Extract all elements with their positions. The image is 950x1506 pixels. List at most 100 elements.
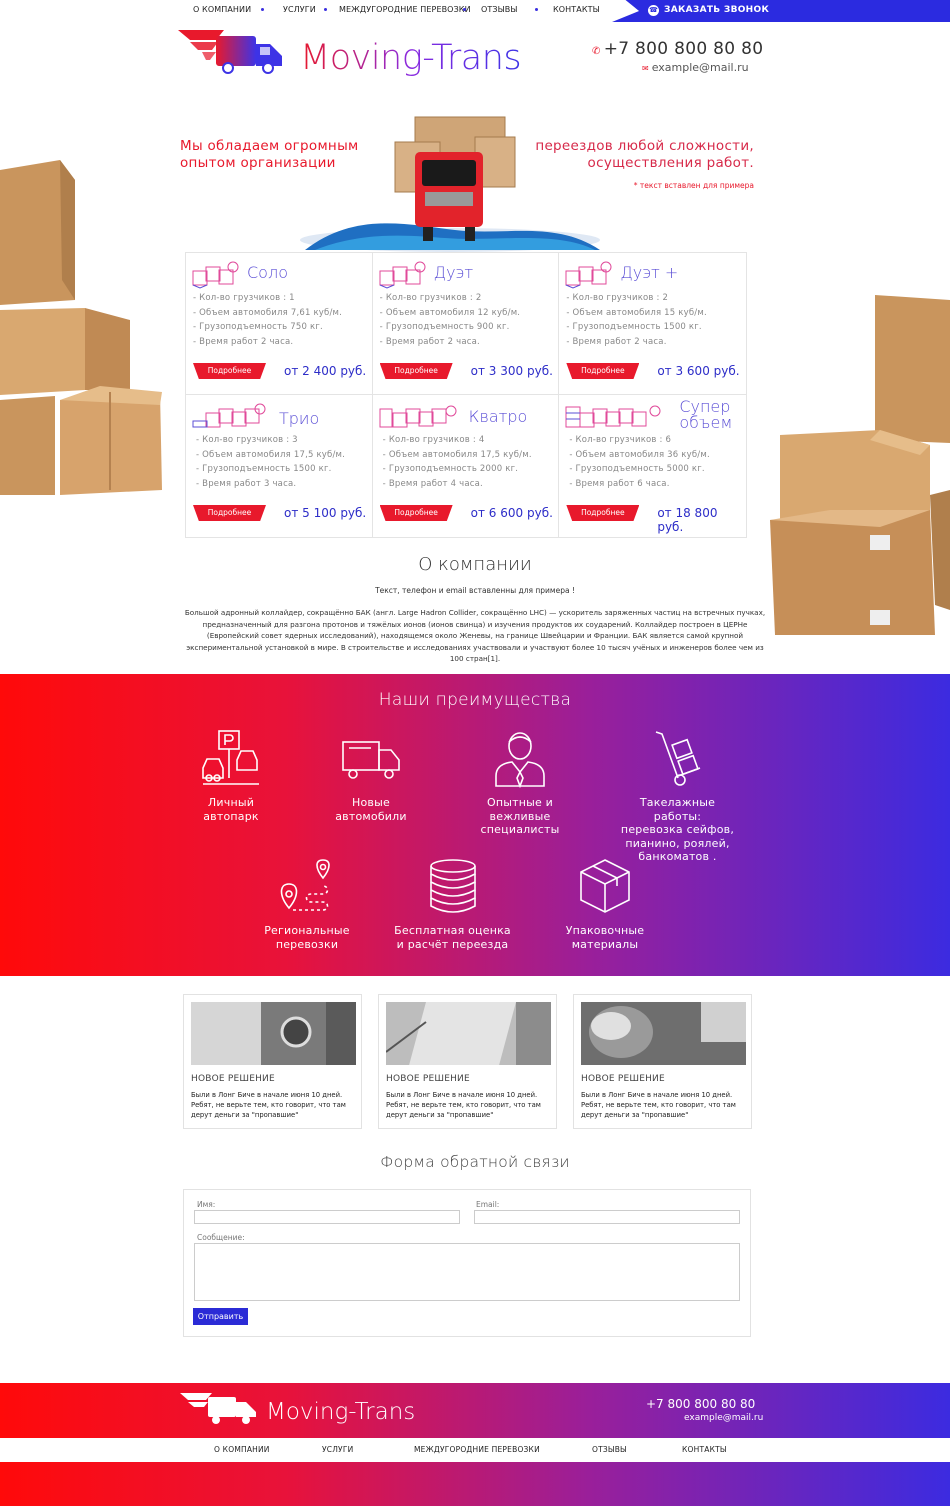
tariff-spec: - Кол-во грузчиков : 2 [379, 293, 482, 303]
footer-logo-truck-icon[interactable] [180, 1391, 260, 1425]
nav-item-intercity[interactable]: МЕЖДУГОРОДНИЕ ПЕРЕВОЗКИ [339, 5, 471, 14]
email-field[interactable] [474, 1210, 740, 1224]
advantage-label: Личный [207, 796, 255, 809]
tariff-spec: - Объем автомобиля 17,5 куб/м. [196, 449, 346, 460]
message-field[interactable] [194, 1243, 740, 1301]
footer-nav-contacts[interactable]: КОНТАКТЫ [682, 1445, 727, 1454]
advantage-item: Региональные перевозки [262, 856, 352, 951]
more-button[interactable]: Подробнее [566, 505, 640, 521]
form-title: Форма обратной связи [380, 1153, 570, 1171]
message-label: Сообщение: [197, 1233, 245, 1242]
advantage-label: Упаковочные [565, 924, 645, 937]
tariff-spec: - Грузоподъемность 1500 кг. [196, 464, 332, 475]
tariff-name: Соло [247, 263, 288, 282]
tariff-name: Дуэт + [620, 263, 679, 282]
nav-separator [324, 8, 327, 11]
nav-item-reviews[interactable]: ОТЗЫВЫ [481, 5, 518, 14]
advantage-label: и расчёт переезда [396, 937, 509, 951]
header-phone-text: +7 800 800 80 80 [603, 39, 764, 59]
footer-phone[interactable]: +7 800 800 80 80 [646, 1397, 755, 1411]
furniture-boxes-icon [192, 403, 266, 428]
news-title: НОВОЕ РЕШЕНИЕ [386, 1074, 470, 1084]
tariff-spec: - Время работ 2 часа. [379, 336, 480, 347]
tariff-price: от 18 800 руб. [657, 506, 718, 534]
more-button[interactable]: Подробнее [193, 363, 266, 379]
nav-item-services[interactable]: УСЛУГИ [283, 5, 316, 14]
tariff-spec: - Грузоподъемность 2000 кг. [382, 464, 519, 475]
furniture-boxes-icon [379, 405, 457, 428]
tariff-spec: - Объем автомобиля 7,61 куб/м. [193, 307, 343, 318]
footer-nav-services[interactable]: УСЛУГИ [322, 1445, 353, 1454]
tariff-spec: - Время работ 4 часа. [382, 478, 483, 489]
tariff-name: Дуэт [433, 263, 474, 282]
advantage-label: пианино, роялей, [625, 836, 730, 850]
tariff-price: от 3 600 руб. [657, 364, 740, 378]
tariff-spec: - Грузоподъемность 1500 кг. [566, 322, 702, 333]
furniture-boxes-icon [379, 261, 426, 289]
news-text: Были в Лонг Биче в начале июня 10 дней. … [581, 1091, 736, 1119]
advantages-section: Наши преимущества Личный автопарк Новые … [0, 674, 950, 976]
email-label: Email: [476, 1200, 500, 1209]
box-icon [580, 859, 630, 913]
brand-name[interactable]: Moving-Trans [300, 38, 522, 78]
news-card[interactable]: НОВОЕ РЕШЕНИЕ Были в Лонг Биче в начале … [573, 994, 752, 1129]
advantage-label: Новые [352, 796, 390, 809]
footer-nav-reviews[interactable]: ОТЗЫВЫ [592, 1445, 627, 1454]
about-subtitle: Текст, телефон и email вставленны для пр… [375, 586, 575, 595]
call-request-button[interactable]: ☎ ЗАКАЗАТЬ ЗВОНОК [612, 0, 950, 22]
news-card[interactable]: НОВОЕ РЕШЕНИЕ Были в Лонг Биче в начале … [378, 994, 557, 1129]
hero-right-text: переездов любой сложности, осуществления… [535, 138, 754, 172]
advantage-item: Новые автомобили [326, 728, 416, 823]
advantage-item: Упаковочные материалы [560, 856, 650, 951]
nav-item-about[interactable]: О КОМПАНИИ [193, 5, 251, 14]
logo-truck-icon[interactable] [176, 28, 288, 76]
page: О КОМПАНИИ УСЛУГИ МЕЖДУГОРОДНИЕ ПЕРЕВОЗК… [0, 0, 950, 1506]
footer-brand[interactable]: Moving-Trans [266, 1399, 415, 1425]
specialist-icon [495, 732, 545, 788]
advantage-item: Опытные и вежливые специалисты [475, 728, 565, 837]
news-image [386, 1002, 551, 1065]
nav-item-contacts[interactable]: КОНТАКТЫ [553, 5, 600, 14]
news-card[interactable]: НОВОЕ РЕШЕНИЕ Были в Лонг Биче в начале … [183, 994, 362, 1129]
truck-icon [342, 741, 400, 779]
about-title: О компании [418, 554, 532, 575]
tariff-spec: - Объем автомобиля 17,5 куб/м. [382, 449, 532, 460]
furniture-boxes-icon [565, 261, 612, 289]
footer-bottom [0, 1462, 950, 1506]
name-field[interactable] [194, 1210, 460, 1224]
footer-top: Moving-Trans +7 800 800 80 80 example@ma… [0, 1383, 950, 1438]
tariff-spec: - Время работ 3 часа. [196, 478, 297, 489]
about-text: Большой адронный коллайдер, сокращённо Б… [184, 608, 766, 663]
advantage-label: автопарк [203, 809, 259, 823]
footer-nav-about[interactable]: О КОМПАНИИ [214, 1445, 270, 1454]
advantage-label: перевозка сейфов, [620, 823, 735, 836]
submit-button[interactable]: Отправить [193, 1308, 248, 1325]
tariff-spec: - Объем автомобиля 15 куб/м. [566, 307, 707, 318]
tariff-card: Дуэт + - Кол-во грузчиков : 2 - Объем авт… [559, 253, 746, 395]
coins-icon [429, 859, 476, 913]
advantage-label: Региональные [264, 924, 350, 937]
more-button[interactable]: Подробнее [379, 505, 453, 521]
call-request-label: ЗАКАЗАТЬ ЗВОНОК [664, 5, 770, 15]
more-button[interactable]: Подробнее [379, 363, 453, 379]
news-text: Были в Лонг Биче в начале июня 10 дней. … [386, 1091, 541, 1119]
header-email[interactable]: ✉ example@mail.ru [642, 61, 749, 74]
tariff-card: Супер объем - Кол-во грузчиков : 6 - Объе… [559, 395, 746, 537]
footer-email[interactable]: example@mail.ru [684, 1413, 763, 1423]
news-image [191, 1002, 356, 1065]
hero-note: * текст вставлен для примера [633, 181, 754, 190]
more-button[interactable]: Подробнее [193, 505, 266, 521]
furniture-boxes-icon [192, 261, 239, 289]
tariff-specs: - Кол-во грузчиков : 6 - Объем автомобиля… [569, 433, 710, 491]
tariff-price: от 2 400 руб. [284, 364, 367, 378]
advantage-label: Опытные и [486, 796, 554, 809]
feedback-form: Имя: Email: Сообщение: Отправить [183, 1189, 751, 1337]
news-text: Были в Лонг Биче в начале июня 10 дней. … [191, 1091, 346, 1119]
advantages-title: Наши преимущества [378, 690, 572, 710]
footer-nav-intercity[interactable]: МЕЖДУГОРОДНИЕ ПЕРЕВОЗКИ [414, 1445, 540, 1454]
tariff-specs: - Кол-во грузчиков : 1 - Объем автомобиля… [193, 291, 342, 349]
header-phone[interactable]: ✆ +7 800 800 80 80 [592, 39, 763, 59]
tariff-spec: - Кол-во грузчиков : 1 [193, 293, 295, 303]
more-button[interactable]: Подробнее [566, 363, 640, 379]
advantage-label: Бесплатная оценка [394, 924, 511, 937]
